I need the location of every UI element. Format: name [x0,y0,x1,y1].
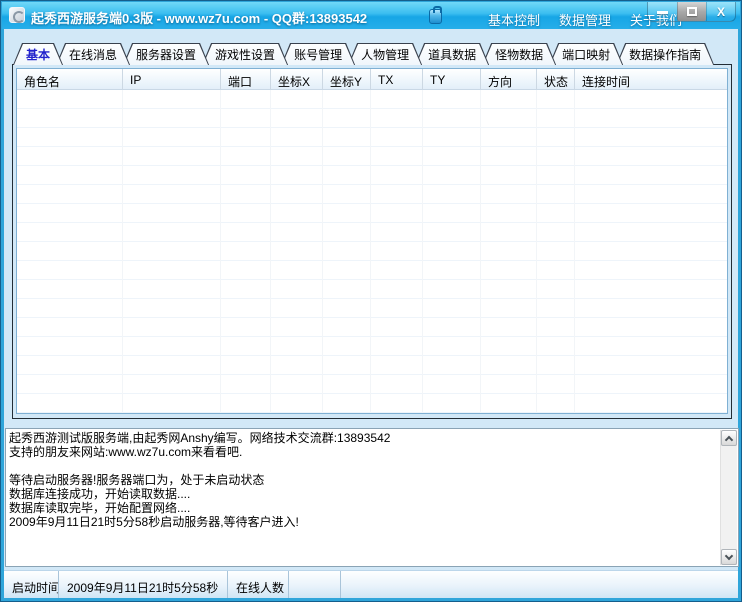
log-line [9,459,718,473]
tab-label: 在线消息 [69,46,117,63]
log-scrollbar[interactable] [720,430,737,565]
maximize-button[interactable] [677,2,706,21]
app-icon [9,7,25,23]
players-table[interactable]: 角色名IP端口坐标X坐标YTXTY方向状态连接时间 [16,68,728,414]
minimize-button[interactable] [648,2,677,21]
tab-7[interactable]: 怪物数据 [482,43,556,65]
menu-item-0[interactable]: 基本控制 [488,10,540,29]
tab-9[interactable]: 数据操作指南 [616,43,714,65]
menu-item-1[interactable]: 数据管理 [559,10,611,29]
tab-0[interactable]: 基本 [13,43,63,65]
table-body-column [17,90,123,413]
tab-8[interactable]: 端口映射 [549,43,623,65]
status-bar: 启动时间2009年9月11日21时5分58秒在线人数 [4,570,738,598]
window-controls: X [647,2,736,22]
table-body-column [481,90,537,413]
tab-label: 端口映射 [562,46,610,63]
tab-strip: 基本 在线消息 服务器设置 游戏性设置 账号管理 人物管理 道具数据 怪物数据 端口映射 数据操作… [13,43,707,65]
tab-page-basic: 角色名IP端口坐标X坐标YTXTY方向状态连接时间 [12,64,732,419]
column-header-4[interactable]: 坐标Y [323,69,371,89]
column-header-2[interactable]: 端口 [221,69,271,89]
log-line: 2009年9月11日21时5分58秒启动服务器,等待客户进入! [9,515,718,529]
tab-label: 服务器设置 [136,46,196,63]
log-line: 等待启动服务器!服务器端口为，处于未启动状态 [9,473,718,487]
log-line: 数据库连接成功，开始读取数据.... [9,487,718,501]
tab-label: 道具数据 [428,46,476,63]
log-line: 支持的朋友来网站:www.wz7u.com来看看吧. [9,445,718,459]
column-header-3[interactable]: 坐标X [271,69,323,89]
statusbar-panel-1: 2009年9月11日21时5分58秒 [59,571,228,598]
chevron-down-icon [725,552,733,560]
column-header-8[interactable]: 状态 [537,69,575,89]
table-body-column [537,90,575,413]
log-lines: 起秀西游测试版服务端,由起秀网Anshy编写。网络技术交流群:13893542支… [9,431,718,564]
table-body-column [271,90,323,413]
statusbar-panel-2: 在线人数 [228,571,289,598]
scroll-up-button[interactable] [721,430,737,446]
column-header-5[interactable]: TX [371,69,423,89]
table-body-column [371,90,423,413]
maximize-icon [687,7,697,16]
tab-label: 人物管理 [361,46,409,63]
tab-label: 数据操作指南 [629,46,701,63]
bag-icon [429,9,442,24]
app-window: 起秀西游服务端0.3版 - www.wz7u.com - QQ群:1389354… [0,0,742,602]
tab-2[interactable]: 服务器设置 [123,43,209,65]
tab-label: 怪物数据 [495,46,543,63]
column-header-6[interactable]: TY [423,69,481,89]
log-line: 起秀西游测试版服务端,由起秀网Anshy编写。网络技术交流群:13893542 [9,431,718,445]
table-body-column [575,90,727,413]
column-header-9[interactable]: 连接时间 [575,69,727,89]
statusbar-panel-3 [289,571,341,598]
close-button[interactable]: X [706,2,735,21]
tab-3[interactable]: 游戏性设置 [202,43,288,65]
log-line: 数据库读取完毕，开始配置网络.... [9,501,718,515]
titlebar[interactable]: 起秀西游服务端0.3版 - www.wz7u.com - QQ群:1389354… [2,2,740,29]
tab-6[interactable]: 道具数据 [415,43,489,65]
tab-label: 账号管理 [294,46,342,63]
table-body[interactable] [17,90,727,413]
column-header-0[interactable]: 角色名 [17,69,123,89]
tab-4[interactable]: 账号管理 [281,43,355,65]
table-header-row: 角色名IP端口坐标X坐标YTXTY方向状态连接时间 [17,69,727,90]
table-body-column [221,90,271,413]
window-title: 起秀西游服务端0.3版 - www.wz7u.com - QQ群:1389354… [31,8,367,27]
close-icon: X [707,5,735,19]
table-body-column [323,90,371,413]
table-body-column [123,90,221,413]
tab-label: 基本 [26,46,50,63]
server-log[interactable]: 起秀西游测试版服务端,由起秀网Anshy编写。网络技术交流群:13893542支… [5,428,739,567]
tab-5[interactable]: 人物管理 [348,43,422,65]
statusbar-panel-0: 启动时间 [4,571,59,598]
tab-label: 游戏性设置 [215,46,275,63]
scroll-down-button[interactable] [721,549,737,565]
column-header-1[interactable]: IP [123,69,221,89]
statusbar-spacer [341,571,738,598]
tab-1[interactable]: 在线消息 [56,43,130,65]
minimize-icon [657,11,668,14]
column-header-7[interactable]: 方向 [481,69,537,89]
chevron-up-icon [725,436,733,444]
table-body-column [423,90,481,413]
